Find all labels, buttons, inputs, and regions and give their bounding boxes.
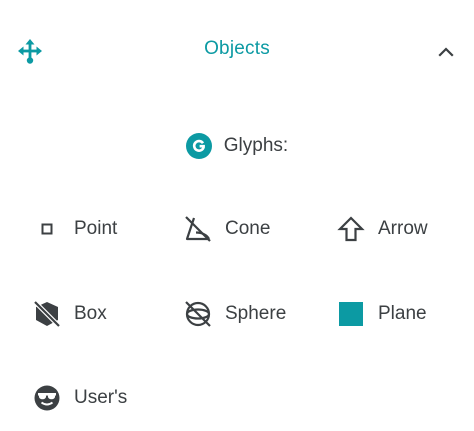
glyph-users[interactable]: User's — [32, 381, 127, 415]
user-glasses-icon — [32, 383, 62, 413]
glyph-g-icon — [185, 133, 212, 159]
panel-title: Objects — [204, 38, 270, 59]
glyph-sphere[interactable]: Sphere — [183, 297, 286, 331]
glyph-label: User's — [74, 387, 128, 408]
chevron-up-icon[interactable] — [434, 40, 458, 64]
glyph-label: Cone — [225, 218, 271, 239]
glyph-point[interactable]: Point — [32, 212, 117, 246]
glyphs-section-header: Glyphs: — [0, 131, 474, 161]
glyphs-label: Glyphs: — [223, 135, 289, 156]
arrow-up-outline-icon — [336, 214, 366, 244]
plane-square-icon — [336, 299, 366, 329]
sphere-off-icon — [183, 299, 213, 329]
glyph-cone[interactable]: Cone — [183, 212, 270, 246]
glyph-label: Sphere — [225, 303, 287, 324]
cone-off-icon — [183, 214, 213, 244]
glyph-label: Plane — [378, 303, 427, 324]
glyph-label: Point — [74, 218, 118, 239]
box-off-icon — [32, 299, 62, 329]
objects-panel: Objects Glyphs: Point Cone Arrow Box Sph… — [0, 0, 474, 431]
glyph-label: Box — [74, 303, 107, 324]
objects-header[interactable]: Objects — [0, 0, 474, 100]
glyph-arrow[interactable]: Arrow — [336, 212, 428, 246]
glyph-box[interactable]: Box — [32, 297, 107, 331]
point-square-icon — [32, 214, 62, 244]
glyph-label: Arrow — [378, 218, 428, 239]
glyph-plane[interactable]: Plane — [336, 297, 427, 331]
